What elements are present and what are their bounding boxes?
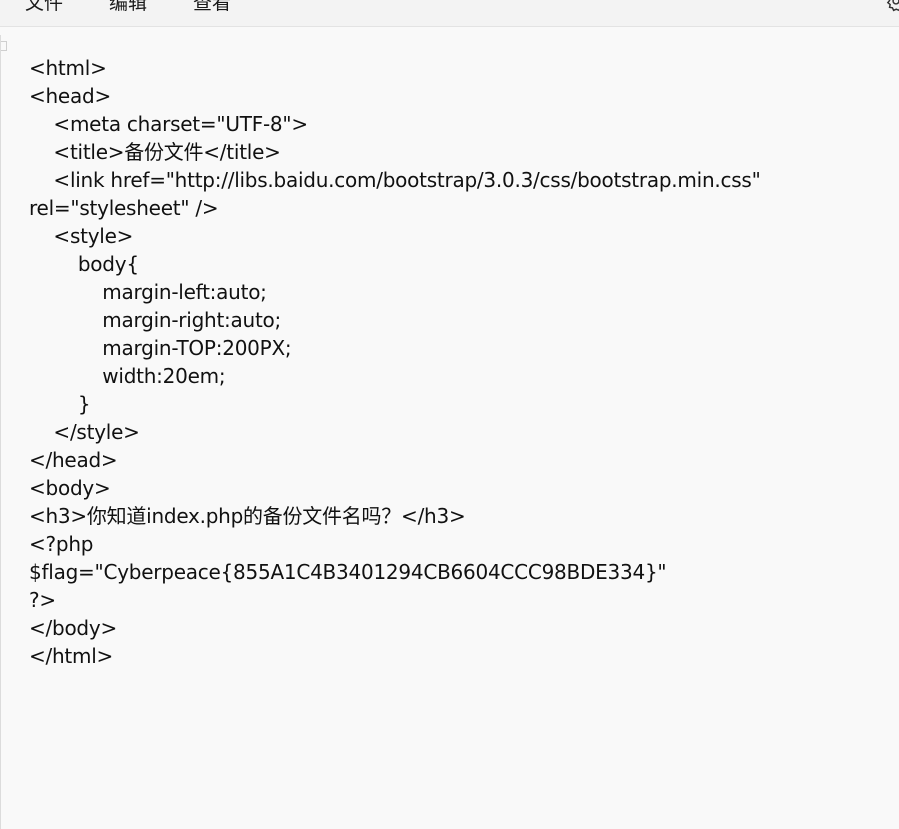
editor-line: </style> — [29, 420, 140, 444]
editor-line: </body> — [29, 616, 117, 640]
editor-line: body{ — [29, 252, 139, 276]
editor-line: <h3>你知道index.php的备份文件名吗？</h3> — [29, 504, 466, 528]
menu-view[interactable]: 查看 — [193, 0, 231, 15]
editor-line: } — [29, 392, 91, 416]
editor-line: ?> — [29, 588, 56, 612]
editor-line: <html> — [29, 56, 107, 80]
menu-bar: 文件 编辑 查看 — [0, 0, 899, 27]
editor-line: <style> — [29, 224, 134, 248]
editor-line: $flag="Cyberpeace{855A1C4B3401294CB6604C… — [29, 560, 667, 584]
gear-icon[interactable] — [885, 0, 899, 12]
editor-line: <?php — [29, 532, 94, 556]
editor-line: <meta charset="UTF-8"> — [29, 112, 308, 136]
editor-line: width:20em; — [29, 364, 226, 388]
text-editor[interactable]: <html> <head> <meta charset="UTF-8"> <tit… — [0, 27, 899, 829]
editor-line: <head> — [29, 84, 111, 108]
editor-left-border — [0, 35, 7, 829]
editor-line: <title>备份文件</title> — [29, 140, 281, 164]
editor-line: rel="stylesheet" /> — [29, 196, 219, 220]
editor-text[interactable]: <html> <head> <meta charset="UTF-8"> <tit… — [29, 54, 889, 670]
menu-file[interactable]: 文件 — [25, 0, 63, 15]
menu-edit[interactable]: 编辑 — [109, 0, 147, 15]
editor-edge-marker — [1, 41, 7, 51]
editor-line: </html> — [29, 644, 114, 668]
editor-line: <body> — [29, 476, 111, 500]
notepad-window: 文件 编辑 查看 <html> <head> <meta charset="UTF… — [0, 0, 899, 829]
editor-line: margin-left:auto; — [29, 280, 267, 304]
editor-line: <link href="http://libs.baidu.com/bootst… — [29, 168, 761, 192]
editor-line: margin-right:auto; — [29, 308, 282, 332]
editor-line: margin-TOP:200PX; — [29, 336, 292, 360]
editor-line: </head> — [29, 448, 118, 472]
